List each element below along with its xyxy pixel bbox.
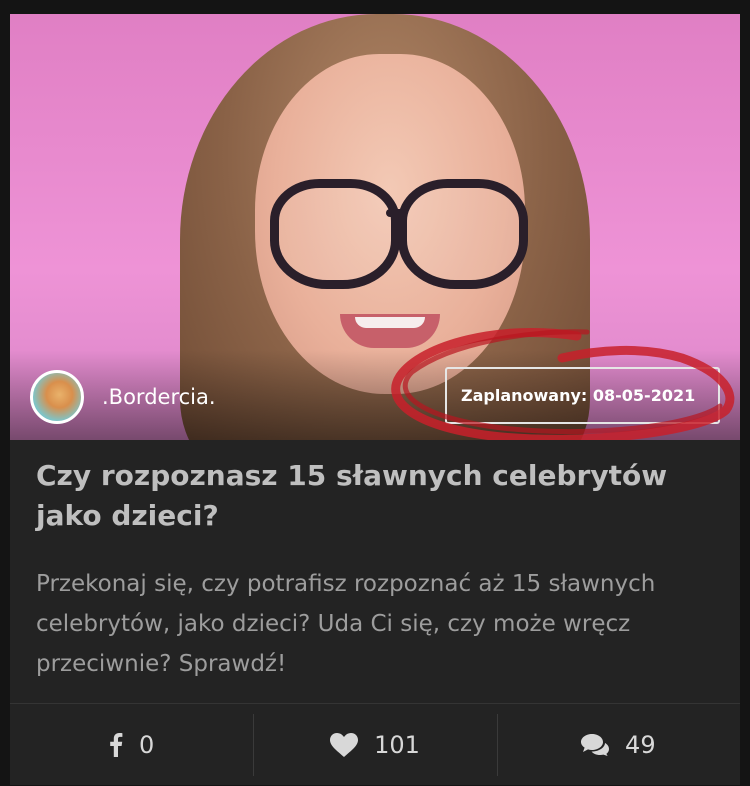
post-stats-bar: 0 101 49	[10, 703, 740, 786]
facebook-icon	[109, 733, 123, 757]
comments-button[interactable]: 49	[496, 704, 740, 786]
share-button[interactable]: 0	[10, 704, 253, 786]
post-description: Przekonaj się, czy potrafisz rozpoznać a…	[36, 571, 656, 677]
portrait-glasses-bridge	[386, 209, 406, 217]
share-count: 0	[139, 731, 155, 759]
comment-count: 49	[625, 731, 656, 759]
portrait-teeth	[355, 317, 425, 328]
comments-icon	[581, 734, 610, 756]
author-name[interactable]: .Bordercia.	[102, 385, 216, 409]
post-card[interactable]: .Bordercia. Zaplanowany: 08-05-2021 Czy …	[10, 14, 740, 785]
like-button[interactable]: 101	[253, 704, 496, 786]
post-cover-image[interactable]: .Bordercia. Zaplanowany: 08-05-2021	[10, 14, 740, 440]
portrait-glasses-right	[398, 179, 528, 289]
post-title[interactable]: Czy rozpoznasz 15 sławnych celebrytów ja…	[36, 456, 726, 536]
avatar[interactable]	[30, 370, 84, 424]
author-info[interactable]: .Bordercia.	[30, 370, 216, 424]
like-count: 101	[374, 731, 420, 759]
heart-icon	[330, 733, 359, 757]
scheduled-badge: Zaplanowany: 08-05-2021	[445, 367, 720, 424]
portrait-glasses-left	[270, 179, 400, 289]
